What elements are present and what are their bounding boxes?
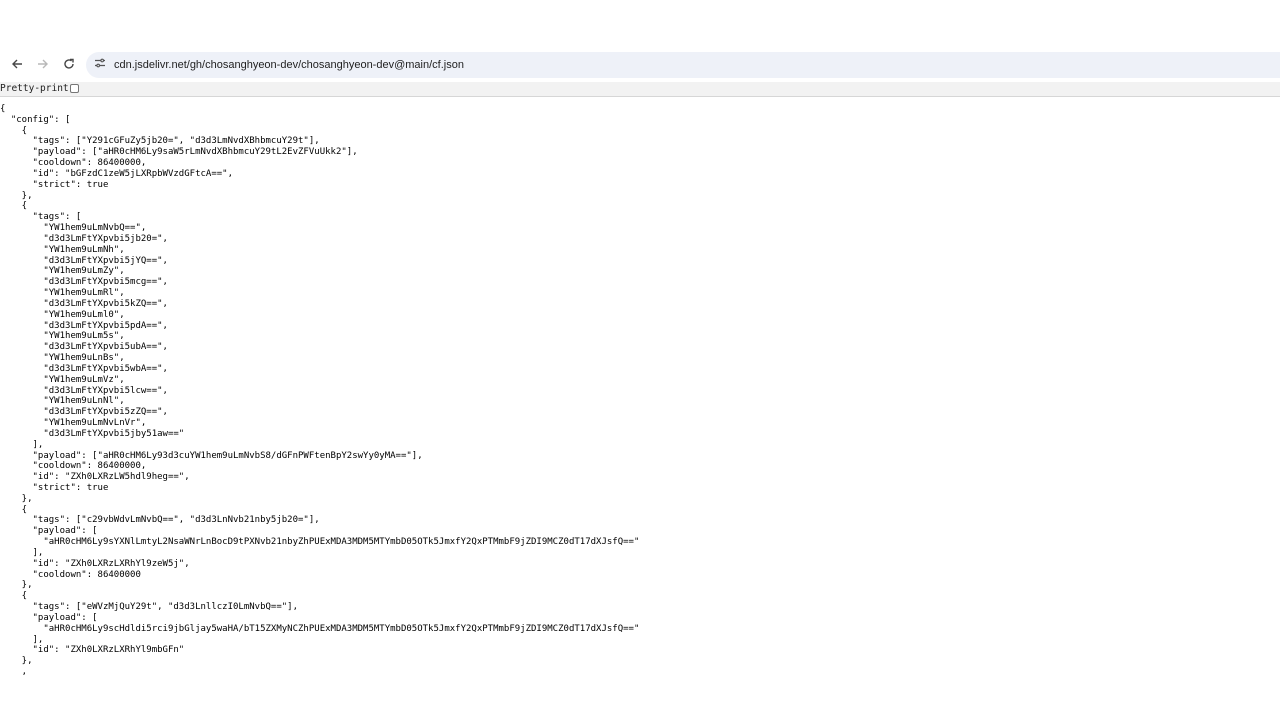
json-line: "id": "bGFzdC1zeW5jLXRpbWVzdGFtcA==", — [0, 168, 234, 179]
json-line: { — [0, 104, 6, 114]
address-bar[interactable]: cdn.jsdelivr.net/gh/chosanghyeon-dev/cho… — [86, 52, 1280, 78]
json-line: "strict": true — [0, 179, 109, 190]
json-line: "id": "ZXh0LXRzLW5hdl9heg==", — [0, 472, 190, 483]
arrow-right-icon[interactable] — [33, 54, 53, 74]
pretty-print-bar: Pretty-print — [0, 82, 1280, 97]
json-line: "YW1hem9uLmRl", — [0, 288, 125, 299]
json-line: "d3d3LmFtYXpvbi5jby51aw==" — [0, 428, 185, 439]
json-line: { — [0, 201, 28, 212]
json-line: "cooldown": 86400000 — [0, 569, 141, 580]
json-line: "d3d3LmFtYXpvbi5jYQ==", — [0, 255, 168, 266]
json-line: "YW1hem9uLnBs", — [0, 353, 125, 364]
json-line: "YW1hem9uLmNh", — [0, 244, 125, 255]
json-line: "YW1hem9uLmZy", — [0, 266, 125, 277]
arrow-left-icon[interactable] — [7, 54, 27, 74]
json-line: "d3d3LmFtYXpvbi5pdA==", — [0, 320, 168, 331]
json-line: "payload": [ — [0, 526, 98, 537]
pretty-print-checkbox[interactable] — [70, 84, 79, 93]
json-line: "strict": true — [0, 482, 109, 493]
json-line: "YW1hem9uLml0", — [0, 309, 125, 320]
json-line: "YW1hem9uLnNl", — [0, 396, 125, 407]
json-line: { — [0, 591, 28, 602]
json-line: "YW1hem9uLmNvLnVr", — [0, 418, 147, 429]
json-line: "d3d3LmFtYXpvbi5jb20=", — [0, 233, 168, 244]
json-line: "tags": ["Y291cGFuZy5jb20=", "d3d3LmNvdX… — [0, 136, 320, 147]
json-line: "tags": ["c29vbWdvLmNvbQ==", "d3d3LnNvb2… — [0, 515, 320, 526]
json-line: "payload": [ — [0, 612, 98, 623]
json-line: }, — [0, 190, 33, 201]
json-line: "YW1hem9uLm5s", — [0, 331, 125, 342]
json-content: { "config": [ { "tags": ["Y291cGFuZy5jb2… — [0, 104, 639, 678]
json-line: }, — [0, 580, 33, 591]
json-line: "tags": [ — [0, 212, 82, 223]
json-line: "d3d3LmFtYXpvbi5mcg==", — [0, 277, 168, 288]
json-line: }, — [0, 493, 33, 504]
browser-top-strip — [0, 0, 1280, 50]
json-line: { — [0, 125, 28, 136]
json-line: "YW1hem9uLmVz", — [0, 374, 125, 385]
json-line: "YW1hem9uLmNvbQ==", — [0, 223, 147, 234]
json-line: "d3d3LmFtYXpvbi5zZQ==", — [0, 407, 168, 418]
json-line: "d3d3LmFtYXpvbi5lcw==", — [0, 385, 168, 396]
json-line: "payload": ["aHR0cHM6Ly9saW5rLmNvdXBhbmc… — [0, 147, 358, 158]
reload-icon[interactable] — [59, 54, 79, 74]
json-line: "id": "ZXh0LXRzLXRhYl9mbGFn" — [0, 645, 185, 656]
json-line: }, — [0, 656, 33, 667]
tune-icon[interactable] — [94, 57, 108, 73]
pretty-print-label: Pretty-print — [0, 83, 69, 94]
json-line: ], — [0, 547, 44, 558]
json-line: "cooldown": 86400000, — [0, 158, 147, 169]
json-line: "d3d3LmFtYXpvbi5ubA==", — [0, 342, 168, 353]
json-line: "cooldown": 86400000, — [0, 461, 147, 472]
json-line: ], — [0, 439, 44, 450]
json-line: ], — [0, 634, 44, 645]
json-line: "aHR0cHM6Ly9sYXNlLmtyL2NsaWNrLnBocD9tPXN… — [0, 537, 640, 548]
json-line: "id": "ZXh0LXRzLXRhYl9zeW5j", — [0, 558, 190, 569]
json-line: "payload": ["aHR0cHM6Ly93d3cuYW1hem9uLmN… — [0, 450, 423, 461]
json-line: , — [0, 667, 28, 678]
json-line: "d3d3LmFtYXpvbi5kZQ==", — [0, 298, 168, 309]
json-line: "d3d3LmFtYXpvbi5wbA==", — [0, 363, 168, 374]
json-line: "tags": ["eWVzMjQuY29t", "d3d3LnllczI0Lm… — [0, 602, 299, 613]
json-line: "aHR0cHM6Ly9scHdldi5rci9jbGljay5waHA/bT1… — [0, 623, 640, 634]
url-text: cdn.jsdelivr.net/gh/chosanghyeon-dev/cho… — [114, 59, 464, 71]
json-line: "config": [ — [0, 114, 71, 125]
json-line: { — [0, 504, 28, 515]
